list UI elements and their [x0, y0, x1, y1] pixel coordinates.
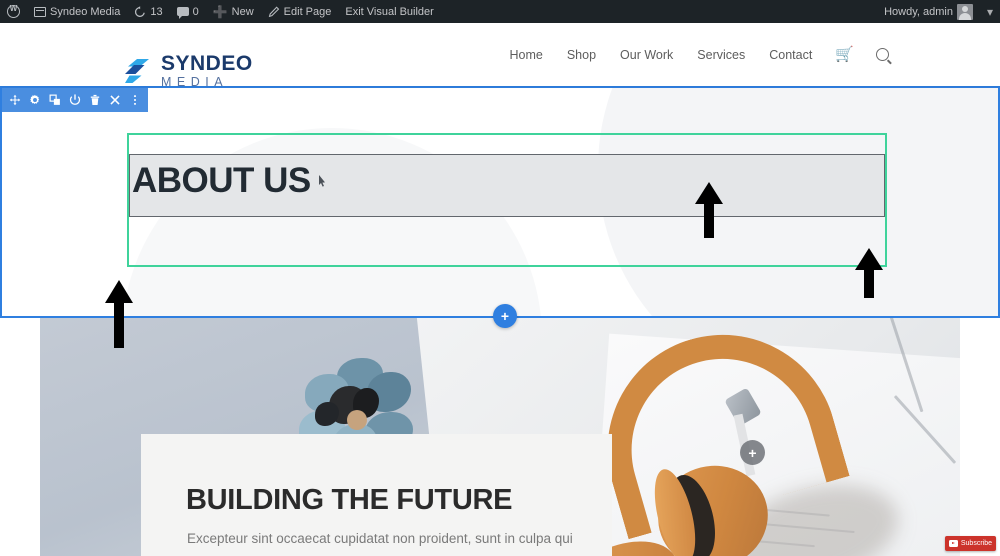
- admin-bar-my-account[interactable]: Howdy, admin: [877, 0, 980, 23]
- main-navigation: Home Shop Our Work Services Contact 🛒: [497, 23, 900, 86]
- admin-bar-wp-logo[interactable]: [0, 0, 27, 23]
- builder-section-about[interactable]: ABOUT US: [0, 86, 1000, 318]
- syndeo-arrow-logo-icon: [122, 56, 152, 86]
- chevron-down-icon: ▾: [986, 4, 993, 19]
- admin-bar-comments-count: 0: [192, 5, 199, 18]
- text-cursor-icon: [319, 175, 325, 187]
- youtube-subscribe-button[interactable]: Subscribe: [944, 536, 996, 551]
- admin-bar-site-name[interactable]: Syndeo Media: [27, 0, 127, 23]
- divi-module-toolbar: [2, 88, 148, 112]
- add-new-module-button[interactable]: +: [740, 440, 765, 465]
- youtube-subscribe-label: Subscribe: [960, 540, 992, 547]
- move-arrows-icon[interactable]: [5, 88, 25, 112]
- hero-text-card[interactable]: BUILDING THE FUTURE Excepteur sint occae…: [141, 434, 612, 556]
- admin-bar-overflow[interactable]: ▾: [980, 0, 1000, 23]
- cart-button[interactable]: 🛒: [824, 47, 865, 62]
- admin-bar-comments[interactable]: 0: [170, 0, 206, 23]
- nav-item-services[interactable]: Services: [685, 48, 757, 62]
- admin-bar-exit-label: Exit Visual Builder: [345, 5, 434, 18]
- site-dashboard-icon: [34, 6, 46, 17]
- nav-item-contact[interactable]: Contact: [757, 48, 824, 62]
- nav-item-our-work[interactable]: Our Work: [608, 48, 685, 62]
- admin-bar-new-label: New: [231, 5, 254, 18]
- site-header: SYNDEO MEDIA Home Shop Our Work Services…: [0, 23, 1000, 89]
- pencil-icon: [268, 5, 279, 17]
- more-vertical-dots-icon[interactable]: [125, 88, 145, 112]
- admin-bar-edit-page[interactable]: Edit Page: [261, 0, 339, 23]
- shopping-cart-icon: 🛒: [835, 46, 854, 63]
- gear-settings-icon[interactable]: [25, 88, 45, 112]
- duplicate-icon[interactable]: [45, 88, 65, 112]
- updates-refresh-icon: [135, 5, 146, 17]
- admin-bar-new[interactable]: ➕ New: [206, 0, 261, 23]
- comments-bubble-icon: [176, 7, 189, 19]
- logo-tagline: MEDIA: [161, 75, 229, 89]
- hero-title: BUILDING THE FUTURE: [186, 484, 513, 516]
- hero-subtitle: Excepteur sint occaecat cupidatat non pr…: [187, 531, 573, 546]
- site-logo[interactable]: SYNDEO MEDIA: [122, 53, 253, 89]
- search-button[interactable]: [865, 48, 900, 61]
- search-magnifier-icon: [876, 48, 889, 61]
- add-new-section-button[interactable]: +: [493, 304, 517, 328]
- admin-bar-howdy-label: Howdy, admin: [884, 5, 953, 18]
- youtube-play-icon: [948, 540, 958, 547]
- nav-item-shop[interactable]: Shop: [555, 48, 608, 62]
- builder-row-green-outline[interactable]: ABOUT US: [127, 133, 887, 267]
- about-us-heading: ABOUT US: [132, 161, 311, 200]
- user-avatar-icon: [956, 3, 973, 20]
- admin-bar-site-name-label: Syndeo Media: [50, 5, 121, 18]
- close-x-icon[interactable]: [105, 88, 125, 112]
- logo-name: SYNDEO: [161, 52, 253, 75]
- nav-item-home[interactable]: Home: [497, 48, 554, 62]
- wordpress-logo-icon: [7, 4, 20, 18]
- trash-delete-icon[interactable]: [85, 88, 105, 112]
- builder-module-grey-box[interactable]: ABOUT US: [129, 154, 885, 217]
- plus-icon: ➕: [212, 4, 228, 19]
- admin-bar-updates-count: 13: [150, 5, 163, 18]
- logo-wordmark: SYNDEO MEDIA: [161, 53, 253, 89]
- admin-bar-exit-visual-builder[interactable]: Exit Visual Builder: [338, 0, 440, 23]
- power-save-icon[interactable]: [65, 88, 85, 112]
- admin-bar-edit-page-label: Edit Page: [283, 5, 332, 18]
- admin-bar-updates[interactable]: 13: [127, 0, 169, 23]
- wordpress-admin-bar: Syndeo Media 13 0 ➕ New Edit Page Exit V…: [0, 0, 1000, 23]
